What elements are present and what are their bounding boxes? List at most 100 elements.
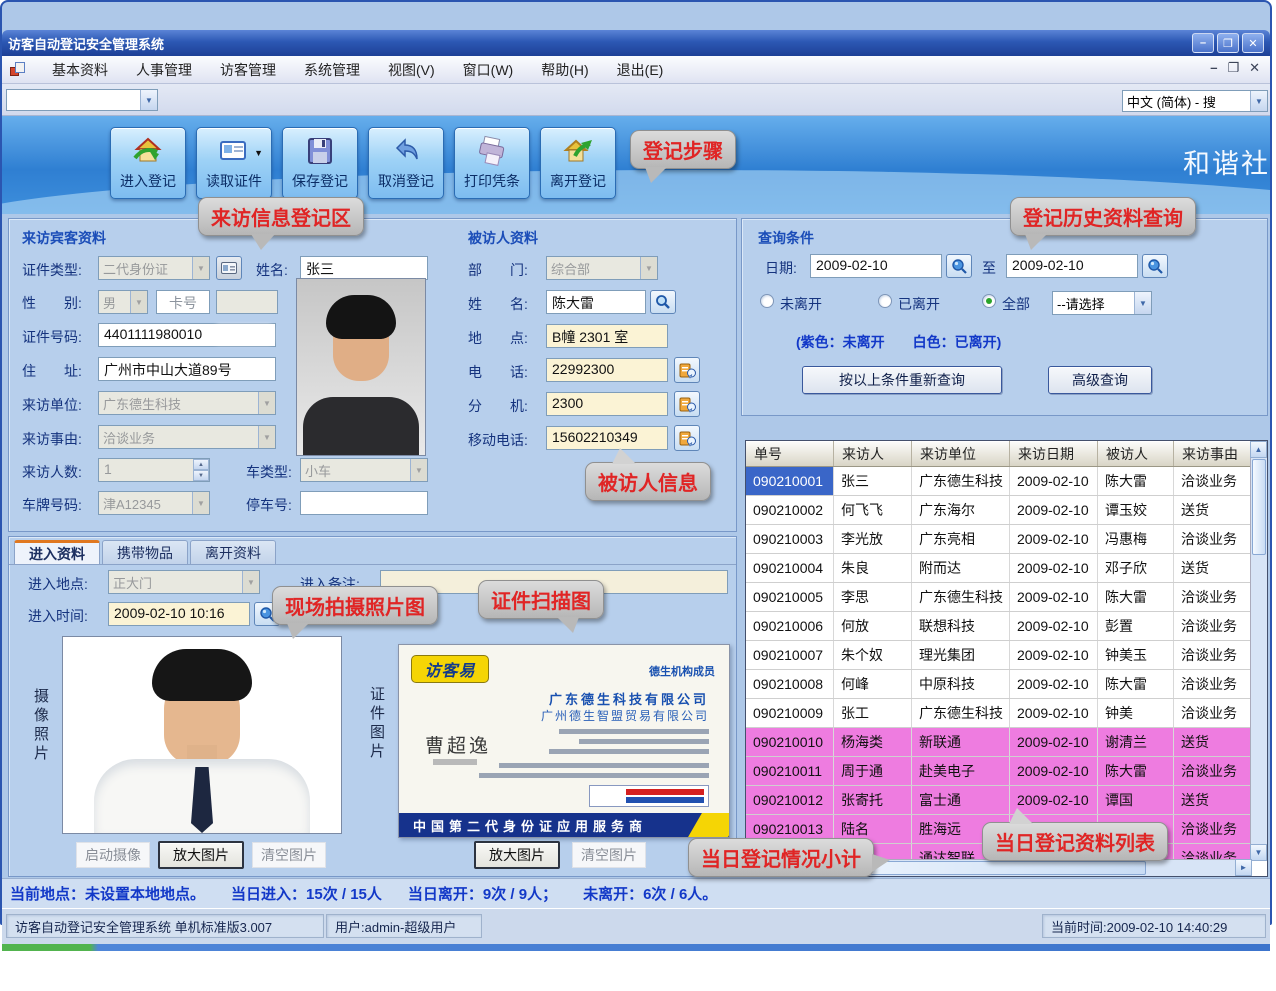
spin-down-icon[interactable]: ▼	[193, 470, 209, 481]
table-cell[interactable]: 理光集团	[912, 641, 1010, 669]
table-cell[interactable]: 090210005	[746, 583, 834, 611]
advanced-query-button[interactable]: 高级查询	[1048, 366, 1152, 394]
table-cell[interactable]: 陈大雷	[1098, 757, 1174, 785]
table-row[interactable]: 090210007朱个奴理光集团2009-02-10钟美玉洽谈业务	[746, 641, 1252, 670]
table-row[interactable]: 090210003李光放广东亮相2009-02-10冯惠梅洽谈业务	[746, 525, 1252, 554]
table-cell[interactable]: 何放	[834, 612, 912, 640]
col-header-visitor[interactable]: 来访人	[834, 441, 912, 466]
company-combo[interactable]: 广东德生科技▼	[98, 391, 276, 415]
table-cell[interactable]: 2009-02-10	[1010, 757, 1098, 785]
vscroll-thumb[interactable]	[1252, 459, 1266, 555]
table-cell[interactable]: 谢清兰	[1098, 728, 1174, 756]
table-row[interactable]: 090210008何峰中原科技2009-02-10陈大雷洽谈业务	[746, 670, 1252, 699]
table-cell[interactable]: 送货	[1174, 496, 1252, 524]
car-type-combo[interactable]: 小车▼	[300, 458, 428, 482]
table-row[interactable]: 090210006何放联想科技2009-02-10彭置洽谈业务	[746, 612, 1252, 641]
cert-type-combo[interactable]: 二代身份证▼	[98, 256, 210, 280]
table-cell[interactable]: 附而达	[912, 554, 1010, 582]
visited-name-field[interactable]: 陈大雷	[546, 290, 646, 314]
language-combo[interactable]: 中文 (简体) - 搜 ▼	[1122, 90, 1268, 112]
leave-register-button[interactable]: 离开登记	[540, 127, 616, 199]
scroll-up-icon[interactable]: ▲	[1250, 441, 1267, 458]
table-cell[interactable]: 090210011	[746, 757, 834, 785]
cancel-register-button[interactable]: 取消登记	[368, 127, 444, 199]
table-cell[interactable]: 中原科技	[912, 670, 1010, 698]
table-cell[interactable]: 090210007	[746, 641, 834, 669]
sms-ext-button[interactable]	[674, 391, 700, 417]
table-row[interactable]: 090210012张寄托富士通2009-02-10谭国送货	[746, 786, 1252, 815]
search-person-button[interactable]	[650, 290, 676, 314]
mdi-minimize-icon[interactable]: –	[1210, 60, 1217, 76]
location-field[interactable]: B幢 2301 室	[546, 324, 668, 348]
table-cell[interactable]: 广东亮相	[912, 525, 1010, 553]
col-header-date[interactable]: 来访日期	[1010, 441, 1098, 466]
date-to-field[interactable]: 2009-02-10	[1006, 254, 1138, 278]
enlarge-scan-button[interactable]: 放大图片	[474, 841, 560, 869]
count-stepper[interactable]: ▲ ▼	[193, 459, 209, 481]
table-cell[interactable]: 090210006	[746, 612, 834, 640]
table-cell[interactable]: 广东德生科技	[912, 583, 1010, 611]
table-cell[interactable]: 2009-02-10	[1010, 670, 1098, 698]
date-from-field[interactable]: 2009-02-10	[810, 254, 942, 278]
query-filter-combo[interactable]: --请选择▼	[1052, 291, 1152, 315]
table-cell[interactable]: 联想科技	[912, 612, 1010, 640]
print-slip-button[interactable]: 打印凭条	[454, 127, 530, 199]
table-cell[interactable]: 张三	[834, 467, 912, 495]
table-cell[interactable]: 陈大雷	[1098, 583, 1174, 611]
menu-basic-data[interactable]: 基本资料	[38, 56, 122, 84]
table-cell[interactable]: 钟美	[1098, 699, 1174, 727]
parking-field[interactable]	[300, 491, 428, 515]
table-cell[interactable]: 周于通	[834, 757, 912, 785]
requery-button[interactable]: 按以上条件重新查询	[802, 366, 1002, 394]
radio-left[interactable]	[878, 294, 892, 308]
menu-system[interactable]: 系统管理	[290, 56, 374, 84]
col-header-visited[interactable]: 被访人	[1098, 441, 1174, 466]
quick-select-combo[interactable]: ▼	[6, 89, 158, 111]
enlarge-camera-photo-button[interactable]: 放大图片	[158, 841, 244, 869]
col-header-reason[interactable]: 来访事由	[1174, 441, 1252, 466]
table-cell[interactable]: 谭玉姣	[1098, 496, 1174, 524]
table-cell[interactable]: 洽谈业务	[1174, 815, 1252, 843]
card-no-field[interactable]	[216, 290, 278, 314]
table-cell[interactable]: 2009-02-10	[1010, 525, 1098, 553]
tab-entry-info[interactable]: 进入资料	[14, 540, 100, 564]
mdi-close-icon[interactable]: ✕	[1249, 60, 1260, 76]
table-cell[interactable]: 090210002	[746, 496, 834, 524]
chevron-down-icon[interactable]: ▼	[1250, 91, 1267, 111]
table-cell[interactable]: 090210001	[746, 467, 834, 495]
table-cell[interactable]: 洽谈业务	[1174, 612, 1252, 640]
chevron-down-icon[interactable]: ▼	[140, 90, 157, 110]
dept-combo[interactable]: 综合部▼	[546, 256, 658, 280]
table-cell[interactable]: 洽谈业务	[1174, 670, 1252, 698]
tab-carried-items[interactable]: 携带物品	[102, 540, 188, 564]
table-cell[interactable]: 张寄托	[834, 786, 912, 814]
table-cell[interactable]: 何峰	[834, 670, 912, 698]
table-row[interactable]: 090210002何飞飞广东海尔2009-02-10谭玉姣送货	[746, 496, 1252, 525]
table-cell[interactable]: 陈大雷	[1098, 670, 1174, 698]
table-cell[interactable]: 谭国	[1098, 786, 1174, 814]
table-cell[interactable]: 2009-02-10	[1010, 583, 1098, 611]
table-cell[interactable]: 何飞飞	[834, 496, 912, 524]
sms-phone-button[interactable]	[674, 357, 700, 383]
ext-field[interactable]: 2300	[546, 392, 668, 416]
table-cell[interactable]: 洽谈业务	[1174, 583, 1252, 611]
table-cell[interactable]: 洽谈业务	[1174, 757, 1252, 785]
date-to-picker-button[interactable]	[1142, 254, 1168, 278]
save-register-button[interactable]: 保存登记	[282, 127, 358, 199]
table-cell[interactable]: 洽谈业务	[1174, 641, 1252, 669]
menu-hr[interactable]: 人事管理	[122, 56, 206, 84]
card-reader-button[interactable]	[216, 256, 242, 280]
tab-leave-info[interactable]: 离开资料	[190, 540, 276, 564]
table-cell[interactable]: 广东海尔	[912, 496, 1010, 524]
table-cell[interactable]: 090210012	[746, 786, 834, 814]
reason-combo[interactable]: 洽谈业务▼	[98, 425, 276, 449]
phone-field[interactable]: 22992300	[546, 358, 668, 382]
table-cell[interactable]: 洽谈业务	[1174, 699, 1252, 727]
table-cell[interactable]: 杨海类	[834, 728, 912, 756]
menu-view[interactable]: 视图(V)	[374, 56, 449, 84]
table-cell[interactable]: 2009-02-10	[1010, 467, 1098, 495]
spin-up-icon[interactable]: ▲	[193, 459, 209, 470]
table-cell[interactable]: 090210009	[746, 699, 834, 727]
table-cell[interactable]: 新联通	[912, 728, 1010, 756]
menu-visitor[interactable]: 访客管理	[206, 56, 290, 84]
